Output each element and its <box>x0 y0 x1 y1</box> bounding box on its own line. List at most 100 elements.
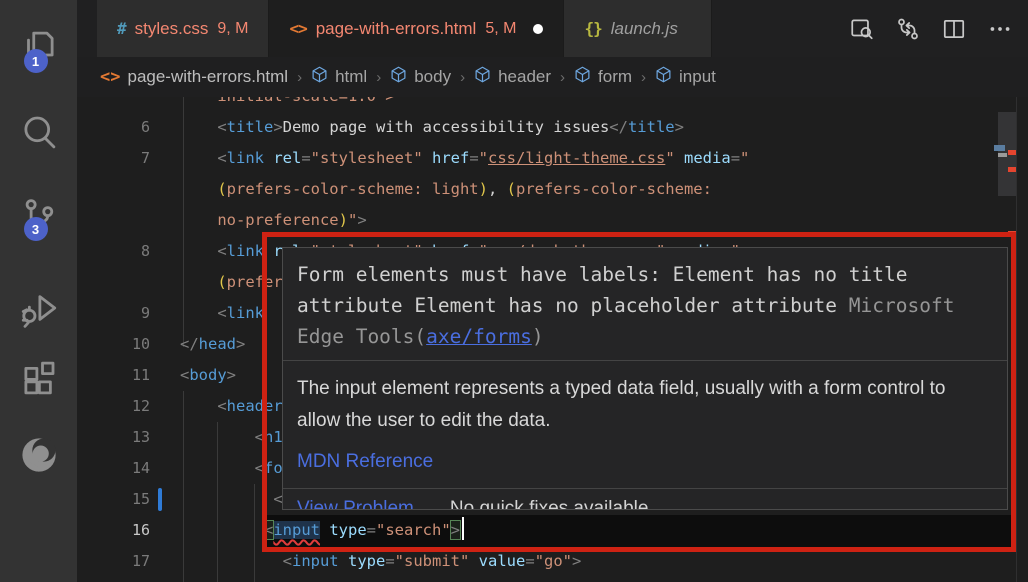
more-actions-icon[interactable] <box>982 11 1018 47</box>
tab-label: styles.css <box>135 19 209 39</box>
symbol-cube-icon <box>655 66 672 88</box>
breadcrumb-item-label: html <box>335 67 367 87</box>
html-brackets-icon: <> <box>289 19 306 38</box>
hover-tooltip: Form elements must have labels: Element … <box>282 247 1008 510</box>
code-text: <title>Demo page with accessibility issu… <box>180 112 684 143</box>
breadcrumb-item-label: header <box>498 67 551 87</box>
tab-styles.css[interactable]: #styles.css9, M <box>97 0 269 57</box>
code-line-6[interactable]: 6<title>Demo page with accessibility iss… <box>77 112 1028 143</box>
line-number: 8 <box>77 236 150 267</box>
modified-line-indicator <box>158 488 162 511</box>
symbol-cube-icon <box>311 66 328 88</box>
code-line[interactable]: (prefers-color-scheme: light), (prefers-… <box>77 174 1028 205</box>
tab-label: launch.js <box>611 19 678 39</box>
breadcrumb-file[interactable]: <>page-with-errors.html <box>100 67 288 87</box>
breadcrumb-item-label: form <box>598 67 632 87</box>
run-debug-icon <box>18 287 60 329</box>
code-line-17[interactable]: 17<input type="submit" value="go"> <box>77 546 1028 577</box>
code-text: <link <box>180 298 273 329</box>
activity-item-explorer[interactable]: 1 <box>0 18 77 78</box>
code-text: <header> <box>180 391 292 422</box>
error-message-text: Form elements must have labels: Element … <box>297 263 907 317</box>
error-ruler-mark <box>1008 231 1016 236</box>
code-editor[interactable]: initial-scale=1.0">6<title>Demo page wit… <box>77 97 1028 582</box>
gutter-decorations <box>150 484 180 515</box>
mdn-reference-link[interactable]: MDN Reference <box>297 451 433 472</box>
html-brackets-icon: <> <box>100 67 120 87</box>
json-braces-icon: {} <box>584 19 601 38</box>
minimap-mark <box>998 153 1007 157</box>
breadcrumb-item-header[interactable]: header <box>474 66 551 88</box>
line-number: 7 <box>77 143 150 174</box>
minimap-mark <box>994 145 1005 151</box>
activity-bar: 13 <box>0 0 77 582</box>
badge-count: 1 <box>24 49 48 73</box>
line-number: 12 <box>77 391 150 422</box>
view-problem-link[interactable]: View Problem <box>297 498 414 510</box>
code-text: initial-scale=1.0"> <box>180 97 395 112</box>
no-quick-fixes-label: No quick fixes available <box>450 498 649 510</box>
code-line-16[interactable]: 16 <input type="search"> <box>77 515 1028 546</box>
tab-page-with-errors.html[interactable]: <>page-with-errors.html5, M <box>269 0 564 57</box>
error-ruler-mark <box>1008 167 1016 172</box>
activity-item-run-debug[interactable] <box>0 278 77 338</box>
line-number: 16 <box>77 515 150 546</box>
gutter-decorations <box>150 97 180 112</box>
gutter-decorations <box>150 329 180 360</box>
open-changes-icon[interactable] <box>890 11 926 47</box>
gutter-decorations <box>150 143 180 174</box>
edge-tools-icon <box>18 434 60 476</box>
chevron-right-icon: › <box>559 69 566 86</box>
text-cursor <box>462 517 464 540</box>
gutter-decorations <box>150 360 180 391</box>
activity-item-extensions[interactable] <box>0 348 77 408</box>
unsaved-dot-icon[interactable] <box>533 24 543 34</box>
line-number <box>77 205 150 236</box>
activity-item-search[interactable] <box>0 102 77 162</box>
tab-launch.js[interactable]: {} launch.js <box>564 0 712 57</box>
activity-item-edge-tools[interactable] <box>0 425 77 485</box>
gutter-decorations <box>150 267 180 298</box>
code-line-18[interactable]: 18</fo <box>77 577 1028 582</box>
vscode-window: 13 #styles.css9, M<>page-with-errors.htm… <box>0 0 1028 582</box>
code-text: no-preference)"> <box>180 205 367 236</box>
paren: ( <box>414 325 426 348</box>
tabs: #styles.css9, M<>page-with-errors.html5,… <box>77 0 712 57</box>
breadcrumb-item-form[interactable]: form <box>574 66 632 88</box>
breadcrumb-item-html[interactable]: html <box>311 66 367 88</box>
hover-error-message: Form elements must have labels: Element … <box>283 248 1007 361</box>
code-line-7[interactable]: 7<link rel="stylesheet" href="css/light-… <box>77 143 1028 174</box>
line-number: 10 <box>77 329 150 360</box>
gutter-decorations <box>150 422 180 453</box>
breadcrumb-item-input[interactable]: input <box>655 66 716 88</box>
gutter-decorations <box>150 391 180 422</box>
chevron-right-icon: › <box>296 69 303 86</box>
breadcrumb: <>page-with-errors.html›html›body›header… <box>77 57 1028 97</box>
code-line[interactable]: no-preference)"> <box>77 205 1028 236</box>
symbol-cube-icon <box>474 66 491 88</box>
badge-count: 3 <box>24 217 48 241</box>
symbol-cube-icon <box>390 66 407 88</box>
code-line[interactable]: initial-scale=1.0"> <box>77 97 1028 112</box>
gutter-decorations <box>150 112 180 143</box>
tab-problem-badge: 5, M <box>485 20 516 38</box>
description-text: The input element represents a typed dat… <box>297 373 993 437</box>
error-ruler-mark <box>1008 150 1016 155</box>
activity-item-source-control[interactable]: 3 <box>0 186 77 246</box>
tab-problem-badge: 9, M <box>217 20 248 38</box>
gutter-decorations <box>150 298 180 329</box>
line-number: 17 <box>77 546 150 577</box>
symbol-cube-icon <box>574 66 591 88</box>
axe-forms-link[interactable]: axe/forms <box>426 325 532 348</box>
line-number: 14 <box>77 453 150 484</box>
code-text: <body> <box>180 360 236 391</box>
open-preview-icon[interactable] <box>844 11 880 47</box>
hover-description: The input element represents a typed dat… <box>283 361 1007 489</box>
breadcrumb-item-label: body <box>414 67 451 87</box>
line-number: 9 <box>77 298 150 329</box>
code-text: <input type="search"> <box>180 515 464 546</box>
breadcrumb-item-body[interactable]: body <box>390 66 451 88</box>
extensions-icon <box>18 357 60 399</box>
split-editor-icon[interactable] <box>936 11 972 47</box>
code-text: </fo <box>180 577 273 582</box>
